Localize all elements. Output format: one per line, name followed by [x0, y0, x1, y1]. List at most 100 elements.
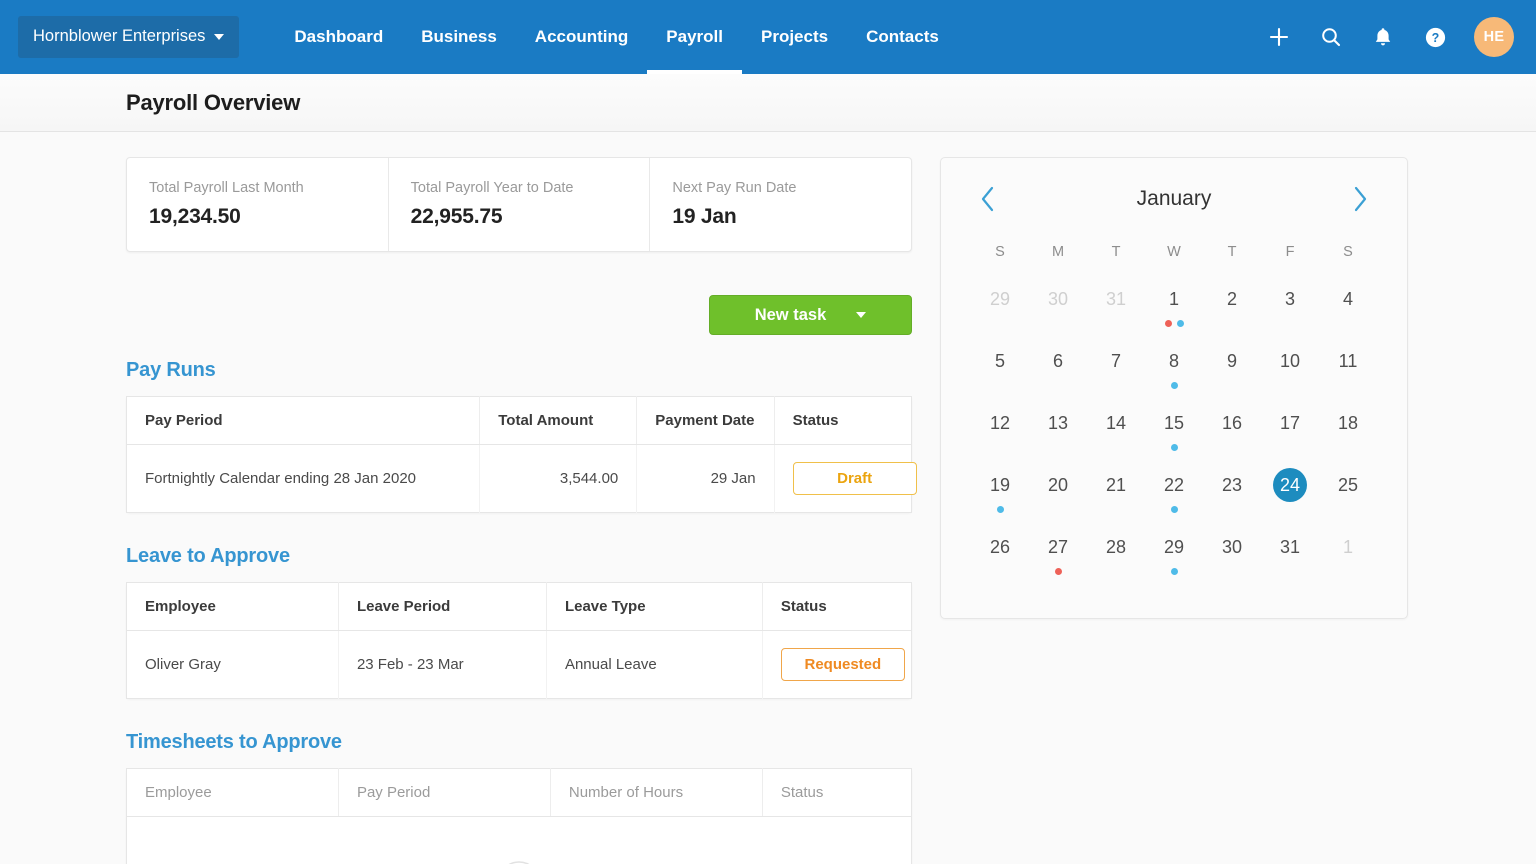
calendar-day-cell[interactable]: 1	[1145, 282, 1203, 344]
calendar-day-cell[interactable]: 21	[1087, 468, 1145, 530]
calendar-day-number[interactable]: 26	[983, 530, 1017, 564]
calendar-day-cell[interactable]: 18	[1319, 406, 1377, 468]
calendar-day-number[interactable]: 31	[1099, 282, 1133, 316]
calendar-day-cell[interactable]: 16	[1203, 406, 1261, 468]
calendar-day-cell[interactable]: 14	[1087, 406, 1145, 468]
calendar-day-selected[interactable]: 24	[1273, 468, 1307, 502]
column-header-leave-period[interactable]: Leave Period	[338, 583, 546, 631]
calendar-day-number[interactable]: 14	[1099, 406, 1133, 440]
calendar-day-cell[interactable]: 29	[971, 282, 1029, 344]
column-header-status[interactable]: Status	[774, 397, 911, 445]
calendar-day-cell[interactable]: 8	[1145, 344, 1203, 406]
calendar-day-cell[interactable]: 9	[1203, 344, 1261, 406]
column-header-status[interactable]: Status	[762, 769, 911, 817]
calendar-day-number[interactable]: 31	[1273, 530, 1307, 564]
calendar-day-cell[interactable]: 17	[1261, 406, 1319, 468]
plus-icon[interactable]	[1266, 24, 1292, 50]
calendar-day-cell[interactable]: 30	[1203, 530, 1261, 592]
calendar-day-cell[interactable]: 30	[1029, 282, 1087, 344]
calendar-day-cell[interactable]: 31	[1261, 530, 1319, 592]
calendar-day-number[interactable]: 1	[1331, 530, 1365, 564]
calendar-day-number[interactable]: 4	[1331, 282, 1365, 316]
calendar-day-cell[interactable]: 13	[1029, 406, 1087, 468]
calendar-day-cell[interactable]: 4	[1319, 282, 1377, 344]
calendar-day-number[interactable]: 29	[983, 282, 1017, 316]
calendar-day-cell[interactable]: 29	[1145, 530, 1203, 592]
calendar-day-number[interactable]: 15	[1157, 406, 1191, 440]
calendar-day-cell[interactable]: 25	[1319, 468, 1377, 530]
calendar-day-cell[interactable]: 12	[971, 406, 1029, 468]
bell-icon[interactable]	[1370, 24, 1396, 50]
calendar-day-cell[interactable]: 19	[971, 468, 1029, 530]
calendar-day-cell[interactable]: 2	[1203, 282, 1261, 344]
calendar-day-number[interactable]: 20	[1041, 468, 1075, 502]
calendar-day-cell[interactable]: 22	[1145, 468, 1203, 530]
nav-item-projects[interactable]: Projects	[742, 0, 847, 74]
calendar-day-cell[interactable]: 7	[1087, 344, 1145, 406]
calendar-day-number[interactable]: 30	[1215, 530, 1249, 564]
calendar-day-cell[interactable]: 5	[971, 344, 1029, 406]
column-header-total-amount[interactable]: Total Amount	[480, 397, 637, 445]
calendar-day-number[interactable]: 6	[1041, 344, 1075, 378]
calendar-day-number[interactable]: 12	[983, 406, 1017, 440]
calendar-day-number[interactable]: 9	[1215, 344, 1249, 378]
calendar-day-number[interactable]: 22	[1157, 468, 1191, 502]
calendar-day-cell[interactable]: 26	[971, 530, 1029, 592]
calendar-day-number[interactable]: 17	[1273, 406, 1307, 440]
column-header-number-of-hours[interactable]: Number of Hours	[550, 769, 762, 817]
calendar-day-number[interactable]: 11	[1331, 344, 1365, 378]
calendar-day-number[interactable]: 21	[1099, 468, 1133, 502]
calendar-day-cell[interactable]: 27	[1029, 530, 1087, 592]
calendar-day-number[interactable]: 8	[1157, 344, 1191, 378]
calendar-day-cell[interactable]: 1	[1319, 530, 1377, 592]
calendar-day-number[interactable]: 27	[1041, 530, 1075, 564]
nav-item-business[interactable]: Business	[402, 0, 516, 74]
calendar-day-cell[interactable]: 6	[1029, 344, 1087, 406]
calendar-day-cell[interactable]: 11	[1319, 344, 1377, 406]
help-icon[interactable]: ?	[1422, 24, 1448, 50]
calendar-day-cell[interactable]: 24	[1261, 468, 1319, 530]
chevron-right-icon[interactable]	[1349, 184, 1371, 214]
column-header-status[interactable]: Status	[762, 583, 911, 631]
calendar-day-number[interactable]: 2	[1215, 282, 1249, 316]
avatar[interactable]: HE	[1474, 17, 1514, 57]
status-badge[interactable]: Requested	[781, 648, 905, 681]
org-selector[interactable]: Hornblower Enterprises	[18, 16, 239, 58]
calendar-day-cell[interactable]: 28	[1087, 530, 1145, 592]
calendar-day-number[interactable]: 30	[1041, 282, 1075, 316]
nav-item-dashboard[interactable]: Dashboard	[275, 0, 402, 74]
calendar-day-number[interactable]: 18	[1331, 406, 1365, 440]
chevron-left-icon[interactable]	[977, 184, 999, 214]
nav-item-accounting[interactable]: Accounting	[516, 0, 648, 74]
calendar-day-cell[interactable]: 15	[1145, 406, 1203, 468]
calendar-day-number[interactable]: 28	[1099, 530, 1133, 564]
calendar-day-number[interactable]: 10	[1273, 344, 1307, 378]
calendar-day-number[interactable]: 25	[1331, 468, 1365, 502]
column-header-pay-period[interactable]: Pay Period	[338, 769, 550, 817]
calendar-day-cell[interactable]: 10	[1261, 344, 1319, 406]
calendar-day-number[interactable]: 23	[1215, 468, 1249, 502]
calendar-day-number[interactable]: 1	[1157, 282, 1191, 316]
calendar-day-number[interactable]: 16	[1215, 406, 1249, 440]
column-header-pay-period[interactable]: Pay Period	[127, 397, 480, 445]
calendar-day-number[interactable]: 5	[983, 344, 1017, 378]
calendar-day-cell[interactable]: 3	[1261, 282, 1319, 344]
column-header-employee[interactable]: Employee	[127, 583, 339, 631]
calendar-day-cell[interactable]: 20	[1029, 468, 1087, 530]
search-icon[interactable]	[1318, 24, 1344, 50]
calendar-day-cell[interactable]: 31	[1087, 282, 1145, 344]
status-badge[interactable]: Draft	[793, 462, 917, 495]
calendar-day-number[interactable]: 13	[1041, 406, 1075, 440]
column-header-leave-type[interactable]: Leave Type	[546, 583, 762, 631]
nav-item-contacts[interactable]: Contacts	[847, 0, 958, 74]
column-header-employee[interactable]: Employee	[127, 769, 339, 817]
new-task-button[interactable]: New task	[709, 295, 912, 335]
calendar-day-number[interactable]: 19	[983, 468, 1017, 502]
calendar-day-number[interactable]: 7	[1099, 344, 1133, 378]
table-row[interactable]: Oliver Gray 23 Feb - 23 Mar Annual Leave…	[127, 631, 912, 699]
calendar-day-number[interactable]: 3	[1273, 282, 1307, 316]
calendar-day-cell[interactable]: 23	[1203, 468, 1261, 530]
calendar-day-number[interactable]: 29	[1157, 530, 1191, 564]
table-row[interactable]: Fortnightly Calendar ending 28 Jan 2020 …	[127, 445, 912, 513]
nav-item-payroll[interactable]: Payroll	[647, 0, 742, 74]
